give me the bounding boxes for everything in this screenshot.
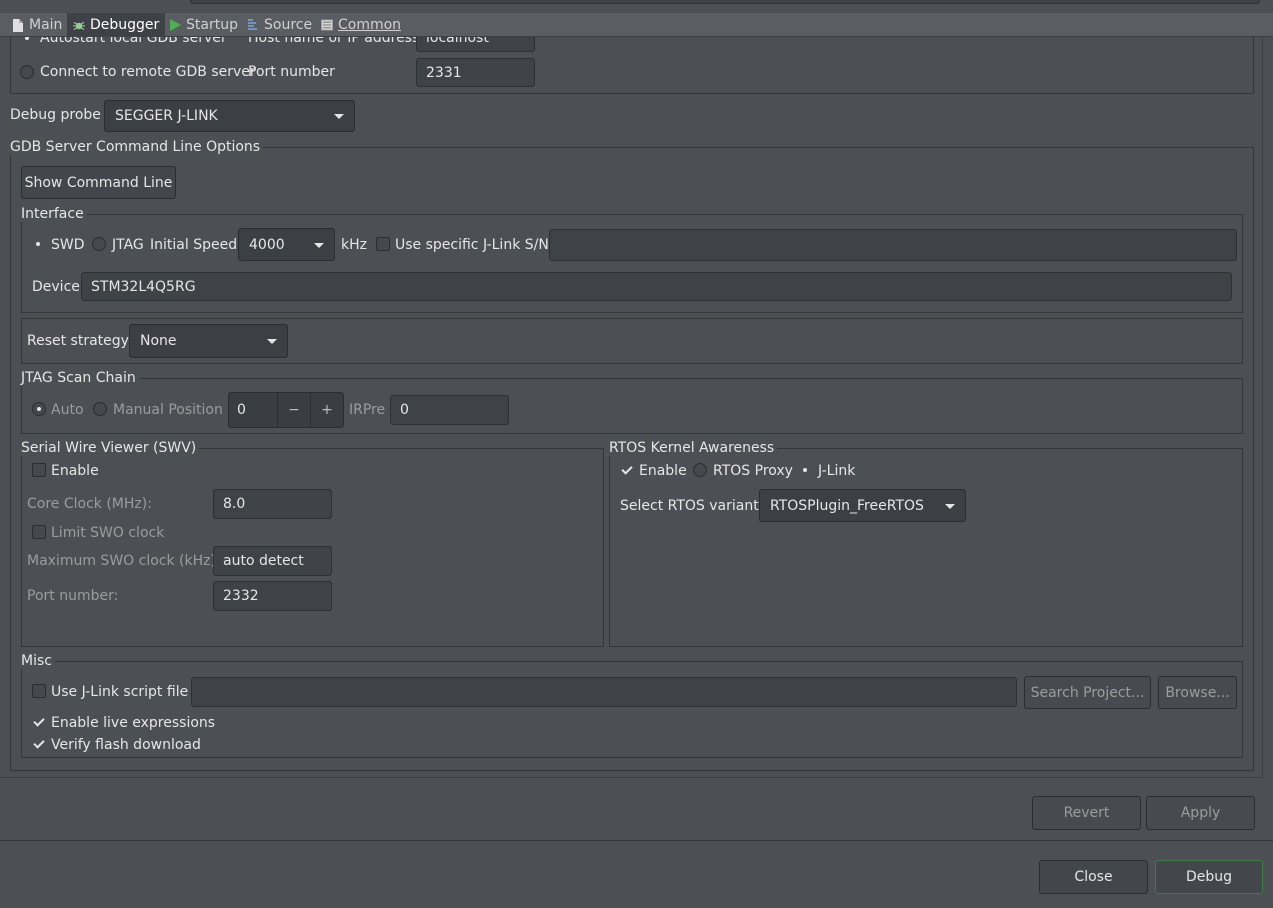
device-input[interactable]: STM32L4Q5RG xyxy=(81,272,1232,301)
chevron-down-icon xyxy=(314,242,324,248)
stepper-minus-button: − xyxy=(288,402,300,418)
max-swo-clock-label: Maximum SWO clock (kHz): xyxy=(27,553,221,569)
port-label: Port number xyxy=(248,64,335,80)
debug-button[interactable]: Debug xyxy=(1155,860,1263,894)
reset-strategy-label: Reset strategy xyxy=(27,333,129,349)
jtag-manual-label: Manual Position xyxy=(113,402,223,418)
apply-button[interactable]: Apply xyxy=(1146,796,1255,830)
position-stepper: 0 − + xyxy=(228,392,344,428)
tab-bar: Main Debugger Startup Source Common xyxy=(0,13,1273,37)
jtag-label: JTAG xyxy=(112,237,144,253)
verify-flash-checkbox[interactable] xyxy=(32,737,46,751)
irpre-label: IRPre xyxy=(349,402,386,418)
revert-button[interactable]: Revert xyxy=(1032,796,1141,830)
scrolled-field-edge xyxy=(190,0,1260,4)
position-value: 0 xyxy=(237,402,246,418)
interface-group-title: Interface xyxy=(21,206,87,222)
initial-speed-select[interactable]: 4000 xyxy=(238,228,335,261)
limit-swo-label: Limit SWO clock xyxy=(51,525,165,541)
swd-label: SWD xyxy=(51,237,85,253)
tab-source[interactable]: Source xyxy=(241,13,318,37)
jtag-manual-radio xyxy=(93,402,107,416)
live-expressions-label: Enable live expressions xyxy=(51,715,216,731)
specific-sn-input[interactable] xyxy=(549,229,1237,261)
debug-probe-label: Debug probe xyxy=(10,107,101,123)
footer-separator xyxy=(0,840,1273,841)
tab-startup[interactable]: Startup xyxy=(163,13,244,37)
scroll-panel-bottom xyxy=(0,777,1263,778)
specific-sn-label: Use specific J-Link S/N xyxy=(395,237,549,253)
tab-main[interactable]: Main xyxy=(6,13,68,37)
specific-sn-checkbox[interactable] xyxy=(376,237,390,251)
script-file-checkbox[interactable] xyxy=(32,684,46,698)
initial-speed-label: Initial Speed xyxy=(150,237,238,253)
swv-port-input[interactable]: 2332 xyxy=(213,581,332,611)
jtag-radio[interactable] xyxy=(92,237,106,251)
rtos-group-title: RTOS Kernel Awareness xyxy=(609,440,778,456)
stepper-plus-button: + xyxy=(321,402,333,418)
debug-probe-select[interactable]: SEGGER J-LINK xyxy=(104,100,355,132)
jtag-auto-label: Auto xyxy=(51,402,84,418)
cmdline-group-title: GDB Server Command Line Options xyxy=(10,139,264,155)
swd-radio[interactable] xyxy=(31,237,45,251)
rtos-proxy-radio[interactable] xyxy=(693,463,707,477)
chevron-down-icon xyxy=(334,114,344,119)
misc-group-title: Misc xyxy=(21,653,55,669)
irpre-input: 0 xyxy=(390,395,509,425)
swv-group-title: Serial Wire Viewer (SWV) xyxy=(21,440,200,456)
rtos-proxy-label: RTOS Proxy xyxy=(713,463,793,479)
port-input[interactable]: 2331 xyxy=(416,58,535,87)
limit-swo-checkbox xyxy=(32,525,46,539)
rtos-variant-label: Select RTOS variant: xyxy=(620,498,764,514)
core-clock-label: Core Clock (MHz): xyxy=(27,496,152,512)
chevron-down-icon xyxy=(945,503,955,509)
remote-gdb-radio[interactable] xyxy=(20,65,34,79)
rtos-enable-label: Enable xyxy=(639,463,687,479)
swv-enable-label: Enable xyxy=(51,463,99,479)
play-icon xyxy=(169,18,181,32)
max-swo-clock-input[interactable]: auto detect xyxy=(213,546,332,576)
jtag-scan-group-title: JTAG Scan Chain xyxy=(21,370,139,386)
bug-icon xyxy=(73,18,85,32)
reset-strategy-select[interactable]: None xyxy=(129,324,288,358)
swv-enable-checkbox[interactable] xyxy=(32,463,46,477)
source-icon xyxy=(247,18,259,32)
verify-flash-label: Verify flash download xyxy=(51,737,201,753)
tab-debugger[interactable]: Debugger xyxy=(67,13,166,37)
remote-gdb-label: Connect to remote GDB server xyxy=(40,64,256,80)
device-label: Device xyxy=(32,279,80,295)
script-file-input[interactable] xyxy=(191,677,1017,707)
rtos-variant-select[interactable]: RTOSPlugin_FreeRTOS xyxy=(759,489,966,522)
core-clock-input[interactable]: 8.0 xyxy=(213,489,332,519)
scroll-panel-edge xyxy=(1262,37,1263,777)
rtos-jlink-label: J-Link xyxy=(818,463,856,479)
jtag-auto-radio xyxy=(32,402,46,416)
rtos-enable-checkbox[interactable] xyxy=(620,463,634,477)
script-file-label: Use J-Link script file xyxy=(51,684,189,700)
rtos-group xyxy=(609,448,1243,647)
document-icon xyxy=(12,18,24,32)
rtos-jlink-radio[interactable] xyxy=(798,463,812,477)
chevron-down-icon xyxy=(267,339,277,344)
swv-port-label: Port number: xyxy=(27,588,119,604)
close-button[interactable]: Close xyxy=(1039,860,1148,894)
live-expressions-checkbox[interactable] xyxy=(32,715,46,729)
khz-label: kHz xyxy=(341,237,367,253)
browse-button[interactable]: Browse... xyxy=(1158,676,1237,709)
common-icon xyxy=(321,18,333,32)
search-project-button[interactable]: Search Project... xyxy=(1024,676,1151,709)
show-command-line-button[interactable]: Show Command Line xyxy=(21,166,176,199)
tab-common[interactable]: Common xyxy=(315,13,407,37)
